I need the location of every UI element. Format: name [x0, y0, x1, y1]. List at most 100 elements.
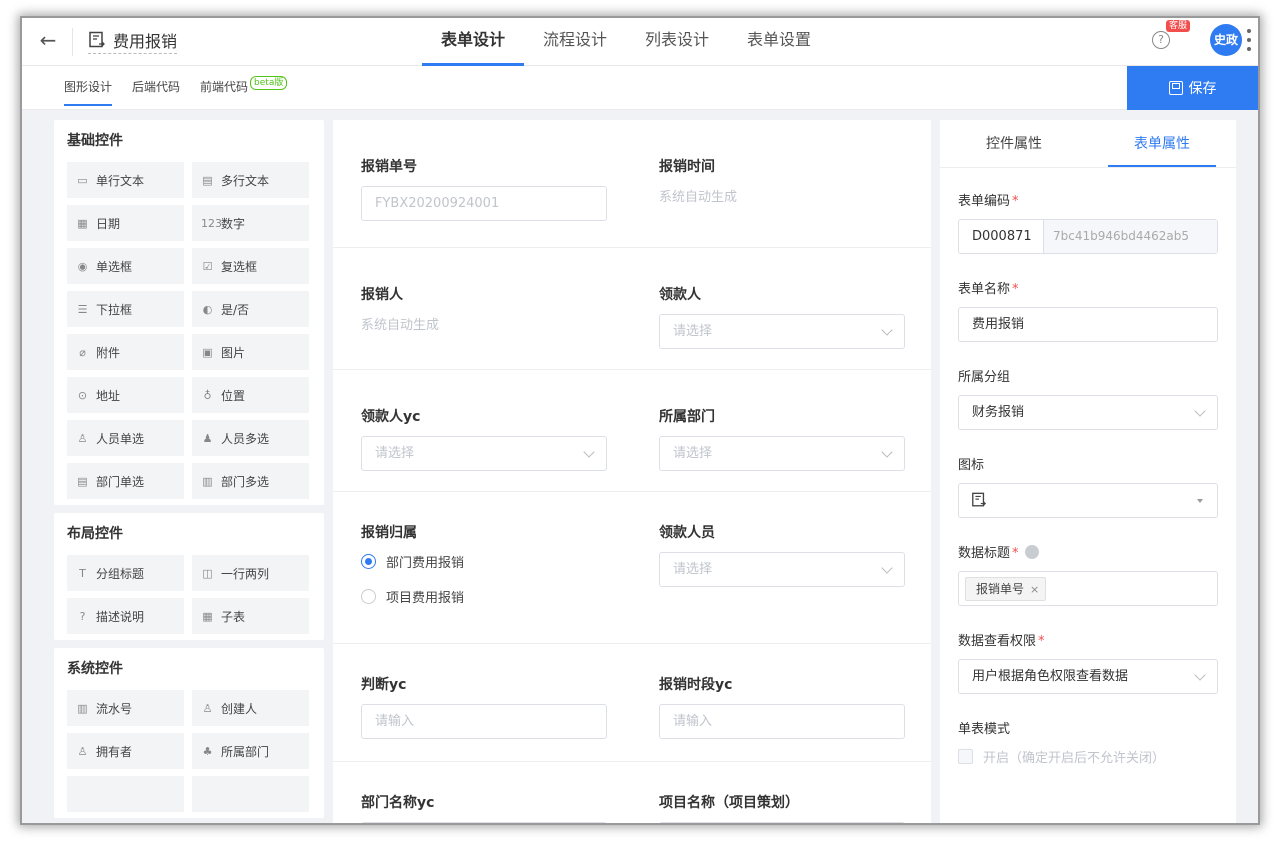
form-row: 领款人yc 请选择 所属部门 请选择 [333, 370, 931, 492]
palette-control[interactable]: ⌀ 附件 [67, 334, 184, 370]
palette-control[interactable]: ▦ 子表 [192, 598, 309, 634]
palette-control[interactable]: ♙ 创建人 [192, 690, 309, 726]
form-field[interactable]: 报销时段yc 请输入 [659, 674, 905, 739]
palette-control[interactable]: ◉ 单选框 [67, 248, 184, 284]
save-button[interactable]: 保存 [1127, 66, 1258, 110]
divider [72, 28, 73, 56]
palette-control-label: 拥有者 [96, 744, 133, 759]
field-value: 请输入 [375, 714, 415, 729]
palette-control[interactable]: ♟ 人员多选 [192, 420, 309, 456]
help-icon[interactable]: ? [1152, 31, 1170, 49]
tab-graphic-design[interactable]: 图形设计 [64, 66, 113, 110]
checkbox-box[interactable] [958, 749, 973, 764]
icon-select[interactable] [958, 483, 1218, 518]
tab-frontend-code[interactable]: 前端代码 beta版 [200, 66, 288, 110]
field-input[interactable] [361, 822, 607, 823]
group-label: 所属分组 [958, 370, 1011, 385]
tab-flow-design[interactable]: 流程设计 [524, 18, 626, 66]
control-palette: 基础控件 ▭ 单行文本 ▤ 多行文本 ▦ 日期 123 数字 ◉ 单选框 ☑ 复选框 ☰ 下拉框 ◐ 是/否 ⌀ 附… [54, 120, 324, 823]
form-field[interactable]: 报销归属 部门费用报销 项目费用报销 [361, 522, 464, 622]
control-type-icon: ♙ [202, 701, 213, 715]
form-field[interactable]: 所属部门 请选择 [659, 406, 905, 471]
palette-control[interactable]: ▤ 多行文本 [192, 162, 309, 198]
palette-control[interactable]: ♙ 人员单选 [67, 420, 184, 456]
palette-control[interactable]: ☑ 复选框 [192, 248, 309, 284]
palette-control[interactable]: ♣ 所属部门 [192, 733, 309, 769]
palette-control[interactable]: ▦ 日期 [67, 205, 184, 241]
palette-control[interactable]: ♙ 拥有者 [67, 733, 184, 769]
palette-control-label: 地址 [96, 388, 121, 403]
field-select[interactable]: 请选择 [659, 436, 905, 471]
palette-control[interactable]: ◫ 一行两列 [192, 555, 309, 591]
palette-control[interactable]: T 分组标题 [67, 555, 184, 591]
permission-select[interactable]: 用户根据角色权限查看数据 [958, 659, 1218, 694]
tab-list-design[interactable]: 列表设计 [626, 18, 728, 66]
avatar[interactable]: 史政 [1210, 24, 1242, 56]
form-field[interactable]: 领款人yc 请选择 [361, 406, 607, 471]
tab-form-design[interactable]: 表单设计 [422, 18, 525, 66]
palette-control[interactable]: ▣ 图片 [192, 334, 309, 370]
form-field[interactable]: 项目名称（项目策划） [659, 792, 905, 823]
form-field[interactable]: 报销单号 FYBX20200924001 [361, 156, 607, 221]
property-tabs: 控件属性 表单属性 [940, 120, 1236, 168]
palette-section-title: 布局控件 [67, 526, 123, 542]
close-icon[interactable]: × [1030, 583, 1039, 596]
tab-backend-code[interactable]: 后端代码 [132, 66, 180, 110]
form-field[interactable]: 报销人 系统自动生成 [361, 284, 439, 333]
app-title-area[interactable]: 费用报销 [88, 28, 178, 54]
group-select[interactable]: 财务报销 [958, 395, 1218, 430]
palette-control[interactable]: ⊙ 地址 [67, 377, 184, 413]
palette-control[interactable]: ▥ 流水号 [67, 690, 184, 726]
form-canvas: 报销单号 FYBX20200924001 报销时间 系统自动生成 报销人 系统自动生成 领款… [333, 120, 931, 823]
field-input[interactable]: 请输入 [659, 704, 905, 739]
property-panel: 控件属性 表单属性 表单编码 * D000871 7bc41b946bd4462a… [940, 120, 1236, 823]
control-type-icon: ▦ [202, 609, 213, 623]
palette-control[interactable]: 123 数字 [192, 205, 309, 241]
single-mode-checkbox[interactable]: 开启（确定开启后不允许关闭） [958, 747, 1218, 766]
palette-control-label: 分组标题 [96, 566, 145, 581]
more-vertical-icon[interactable] [1246, 26, 1252, 54]
palette-control[interactable]: ▭ 单行文本 [67, 162, 184, 198]
radio-circle[interactable] [361, 589, 376, 604]
beta-badge: beta版 [250, 76, 288, 90]
chevron-down-icon [1194, 669, 1206, 681]
field-input[interactable]: 请输入 [361, 704, 607, 739]
field-select[interactable]: 请选择 [659, 552, 905, 587]
data-title-field[interactable]: 报销单号 × [958, 571, 1218, 606]
palette-control[interactable]: ▥ 部门多选 [192, 463, 309, 499]
field-value: 请选择 [673, 324, 713, 339]
tab-form-props[interactable]: 表单属性 [1088, 120, 1236, 167]
palette-control[interactable]: ? 描述说明 [67, 598, 184, 634]
palette-control-label: 创建人 [221, 701, 258, 716]
form-code-field: D000871 7bc41b946bd4462ab5 [958, 219, 1218, 254]
field-select[interactable]: 请选择 [659, 314, 905, 349]
control-type-icon: ◐ [202, 302, 213, 316]
palette-control[interactable] [192, 776, 309, 812]
field-input[interactable] [659, 822, 905, 823]
radio-option[interactable]: 项目费用报销 [361, 587, 464, 606]
field-select[interactable]: 请选择 [361, 436, 607, 471]
palette-control[interactable] [67, 776, 184, 812]
palette-control[interactable]: ◐ 是/否 [192, 291, 309, 327]
form-field[interactable]: 判断yc 请输入 [361, 674, 607, 739]
form-field[interactable]: 报销时间 系统自动生成 [659, 156, 737, 205]
radio-option[interactable]: 部门费用报销 [361, 552, 464, 571]
palette-control[interactable]: ▤ 部门单选 [67, 463, 184, 499]
palette-control[interactable]: ☰ 下拉框 [67, 291, 184, 327]
palette-control[interactable]: ♁ 位置 [192, 377, 309, 413]
tab-form-settings[interactable]: 表单设置 [728, 18, 830, 66]
radio-circle[interactable] [361, 554, 376, 569]
info-icon[interactable] [1024, 545, 1039, 559]
form-name-input[interactable]: 费用报销 [958, 307, 1218, 342]
form-field[interactable]: 领款人 请选择 [659, 284, 905, 349]
form-row: 报销归属 部门费用报销 项目费用报销 领款人员 请选择 [333, 492, 931, 644]
field-input[interactable]: FYBX20200924001 [361, 186, 607, 221]
support-badge[interactable]: 客服 [1166, 20, 1191, 32]
form-code-value: D000871 [959, 220, 1044, 253]
palette-control-label: 下拉框 [96, 302, 133, 317]
tab-control-props[interactable]: 控件属性 [940, 120, 1088, 167]
form-row: 部门名称yc 项目名称（项目策划） [333, 762, 931, 823]
form-field[interactable]: 部门名称yc [361, 792, 607, 823]
form-field[interactable]: 领款人员 请选择 [659, 522, 905, 587]
arrow-left-icon[interactable]: ← [36, 28, 60, 52]
